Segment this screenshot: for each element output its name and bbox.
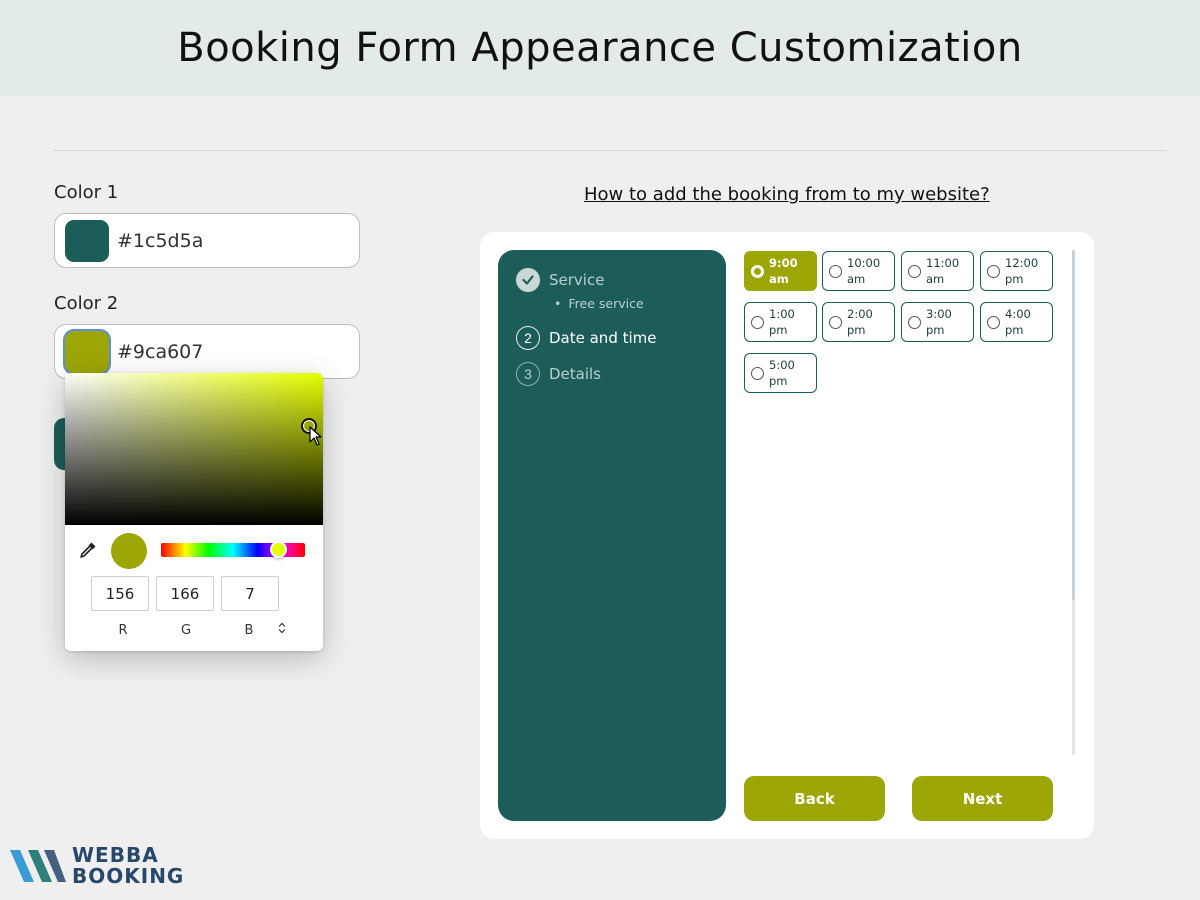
color1-hex-value[interactable]: #1c5d5a (117, 230, 203, 252)
scrollbar-thumb[interactable] (1072, 250, 1075, 600)
time-slot[interactable]: 1:00 pm (744, 302, 817, 342)
time-slot[interactable]: 12:00 pm (980, 251, 1053, 291)
time-slot[interactable]: 2:00 pm (822, 302, 895, 342)
color-preview-circle (111, 533, 147, 569)
color2-hex-value[interactable]: #9ca607 (117, 341, 203, 363)
green-input[interactable]: 166 (156, 576, 214, 611)
booking-form-preview: Service Free service 2 Date and time 3 D… (480, 232, 1094, 839)
saturation-value-area[interactable] (65, 373, 323, 525)
blue-input[interactable]: 7 (221, 576, 279, 611)
time-slot-selected[interactable]: 9:00 am (744, 251, 817, 291)
time-slot-suffix: pm (1005, 272, 1024, 286)
time-slot[interactable]: 3:00 pm (901, 302, 974, 342)
radio-icon (829, 315, 842, 329)
color2-swatch[interactable] (65, 330, 109, 373)
radio-icon (751, 315, 764, 329)
help-link[interactable]: How to add the booking from to my websit… (584, 184, 990, 205)
time-slot[interactable]: 11:00 am (901, 251, 974, 291)
color2-field[interactable]: #9ca607 (54, 324, 360, 379)
time-slot-label: 1:00 pm (769, 307, 795, 337)
radio-icon (987, 264, 1000, 278)
color1-field[interactable]: #1c5d5a (54, 213, 360, 268)
blue-label: B (244, 623, 254, 638)
logo-line-2: BOOKING (72, 864, 185, 888)
step-label: Service (549, 271, 605, 289)
format-toggle-icon[interactable] (278, 622, 286, 634)
red-label: R (118, 623, 128, 638)
time-slot-label: 3:00 pm (926, 307, 952, 337)
time-slot[interactable]: 5:00 pm (744, 353, 817, 393)
step-date-time: 2 Date and time (516, 326, 657, 350)
red-input[interactable]: 156 (91, 576, 149, 611)
time-slot-label: 9:00 am (769, 256, 798, 286)
divider (54, 150, 1167, 151)
logo-line-1: WEBBA (72, 843, 159, 867)
time-slot-label: 11:00 (926, 256, 960, 270)
radio-icon (751, 366, 764, 380)
eyedropper-icon[interactable] (79, 541, 97, 559)
time-slot-label: 2:00 pm (847, 307, 873, 337)
step-number-badge: 2 (516, 326, 540, 350)
color1-swatch[interactable] (65, 219, 109, 262)
time-slot-label: 4:00 pm (1005, 307, 1031, 337)
color1-label: Color 1 (54, 182, 119, 203)
page-title: Booking Form Appearance Customization (177, 25, 1023, 71)
webba-logo-icon (10, 850, 66, 882)
radio-icon (829, 264, 842, 278)
time-slot-suffix: am (847, 272, 866, 286)
banner: Booking Form Appearance Customization (0, 0, 1200, 96)
webba-booking-logo: WEBBA BOOKING (8, 844, 184, 888)
slots-scrollbar[interactable] (1072, 250, 1075, 755)
radio-icon (908, 264, 921, 278)
hue-slider-handle[interactable] (270, 541, 287, 558)
time-slot-suffix: am (926, 272, 945, 286)
back-button[interactable]: Back (744, 776, 885, 821)
green-label: G (180, 623, 192, 638)
color2-label: Color 2 (54, 293, 119, 314)
time-slot-label: 5:00 pm (769, 358, 795, 388)
time-slot-label: 10:00 (847, 256, 881, 270)
service-selected: Free service (554, 296, 643, 311)
radio-icon (751, 264, 764, 278)
mouse-pointer-icon (309, 426, 322, 446)
step-details: 3 Details (516, 362, 601, 386)
radio-icon (908, 315, 921, 329)
radio-icon (987, 315, 1000, 329)
time-slot-label: 12:00 (1005, 256, 1039, 270)
time-slot[interactable]: 10:00 am (822, 251, 895, 291)
time-slot[interactable]: 4:00 pm (980, 302, 1053, 342)
step-number-badge: 3 (516, 362, 540, 386)
color-picker-popup: 156 166 7 R G B (65, 373, 323, 651)
step-label: Date and time (549, 329, 657, 347)
step-service: Service (516, 268, 604, 292)
next-button[interactable]: Next (912, 776, 1053, 821)
checkmark-icon (516, 268, 540, 292)
steps-sidebar: Service Free service 2 Date and time 3 D… (498, 250, 726, 821)
step-label: Details (549, 365, 602, 383)
